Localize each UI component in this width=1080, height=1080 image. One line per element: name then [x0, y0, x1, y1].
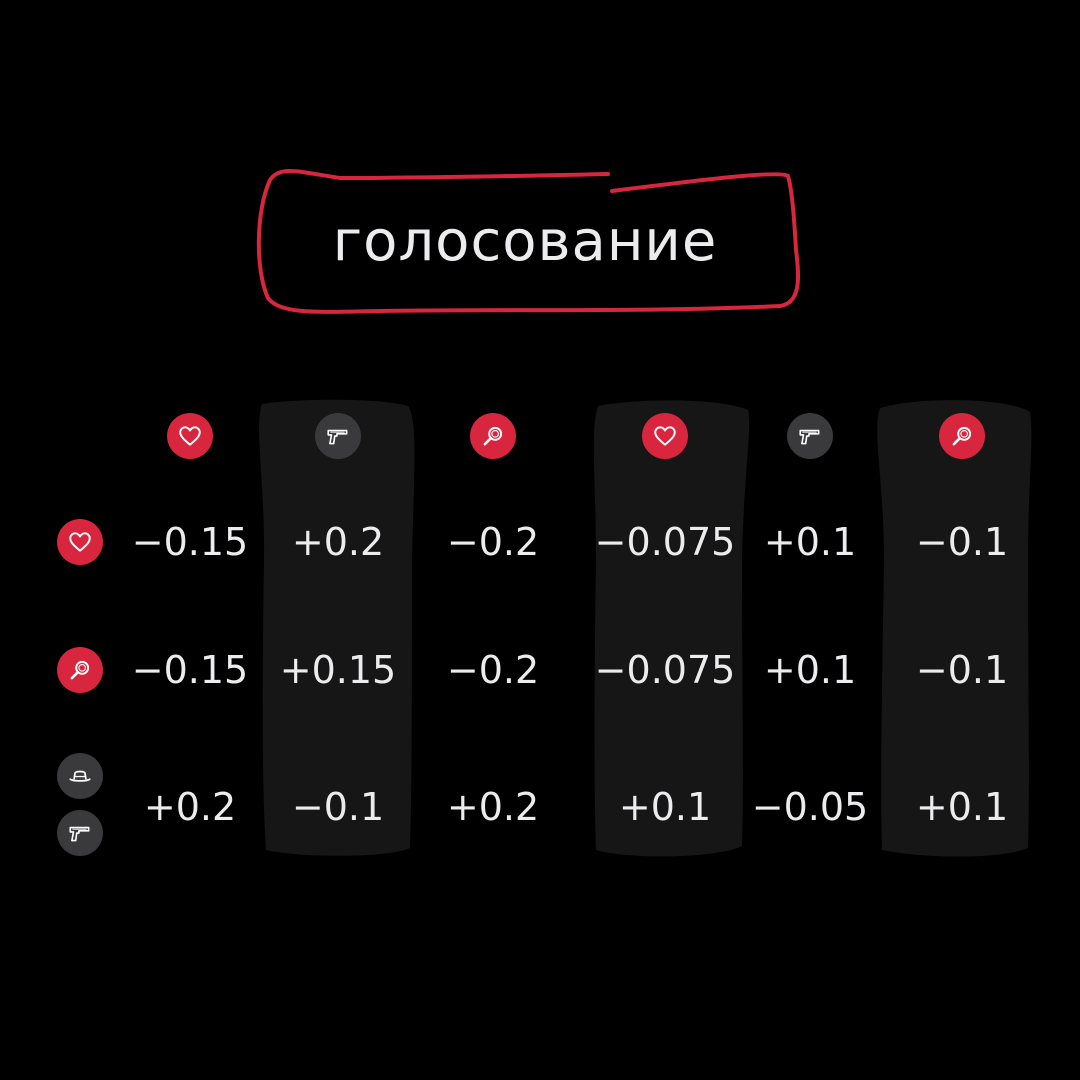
value-cell: +0.15 [279, 648, 397, 692]
value-cell: +0.1 [763, 520, 857, 564]
value-cell: +0.1 [915, 785, 1009, 829]
value-cell: −0.15 [131, 648, 249, 692]
value-cell: −0.2 [446, 520, 540, 564]
heart-icon [642, 413, 688, 459]
gun-icon [57, 810, 103, 856]
value-cell: +0.2 [446, 785, 540, 829]
value-cell: −0.2 [446, 648, 540, 692]
gun-icon [315, 413, 361, 459]
heart-icon [57, 519, 103, 565]
magnifier-icon [57, 647, 103, 693]
value-cell: −0.075 [594, 520, 736, 564]
value-cell: −0.15 [131, 520, 249, 564]
value-cell: +0.2 [143, 785, 237, 829]
value-cell: −0.1 [291, 785, 385, 829]
magnifier-icon [470, 413, 516, 459]
page-title: голосование [332, 209, 718, 274]
value-cell: +0.1 [763, 648, 857, 692]
value-cell: −0.05 [751, 785, 869, 829]
gun-icon [787, 413, 833, 459]
value-cell: −0.1 [915, 520, 1009, 564]
voting-table-canvas: голосование −0.15 +0.2 −0.2 −0.075 +0.1 −0.1 −… [0, 0, 1080, 1080]
heart-icon [167, 413, 213, 459]
value-cell: −0.075 [594, 648, 736, 692]
value-cell: −0.1 [915, 648, 1009, 692]
hat-icon [57, 753, 103, 799]
value-cell: +0.2 [291, 520, 385, 564]
magnifier-icon [939, 413, 985, 459]
value-cell: +0.1 [618, 785, 712, 829]
